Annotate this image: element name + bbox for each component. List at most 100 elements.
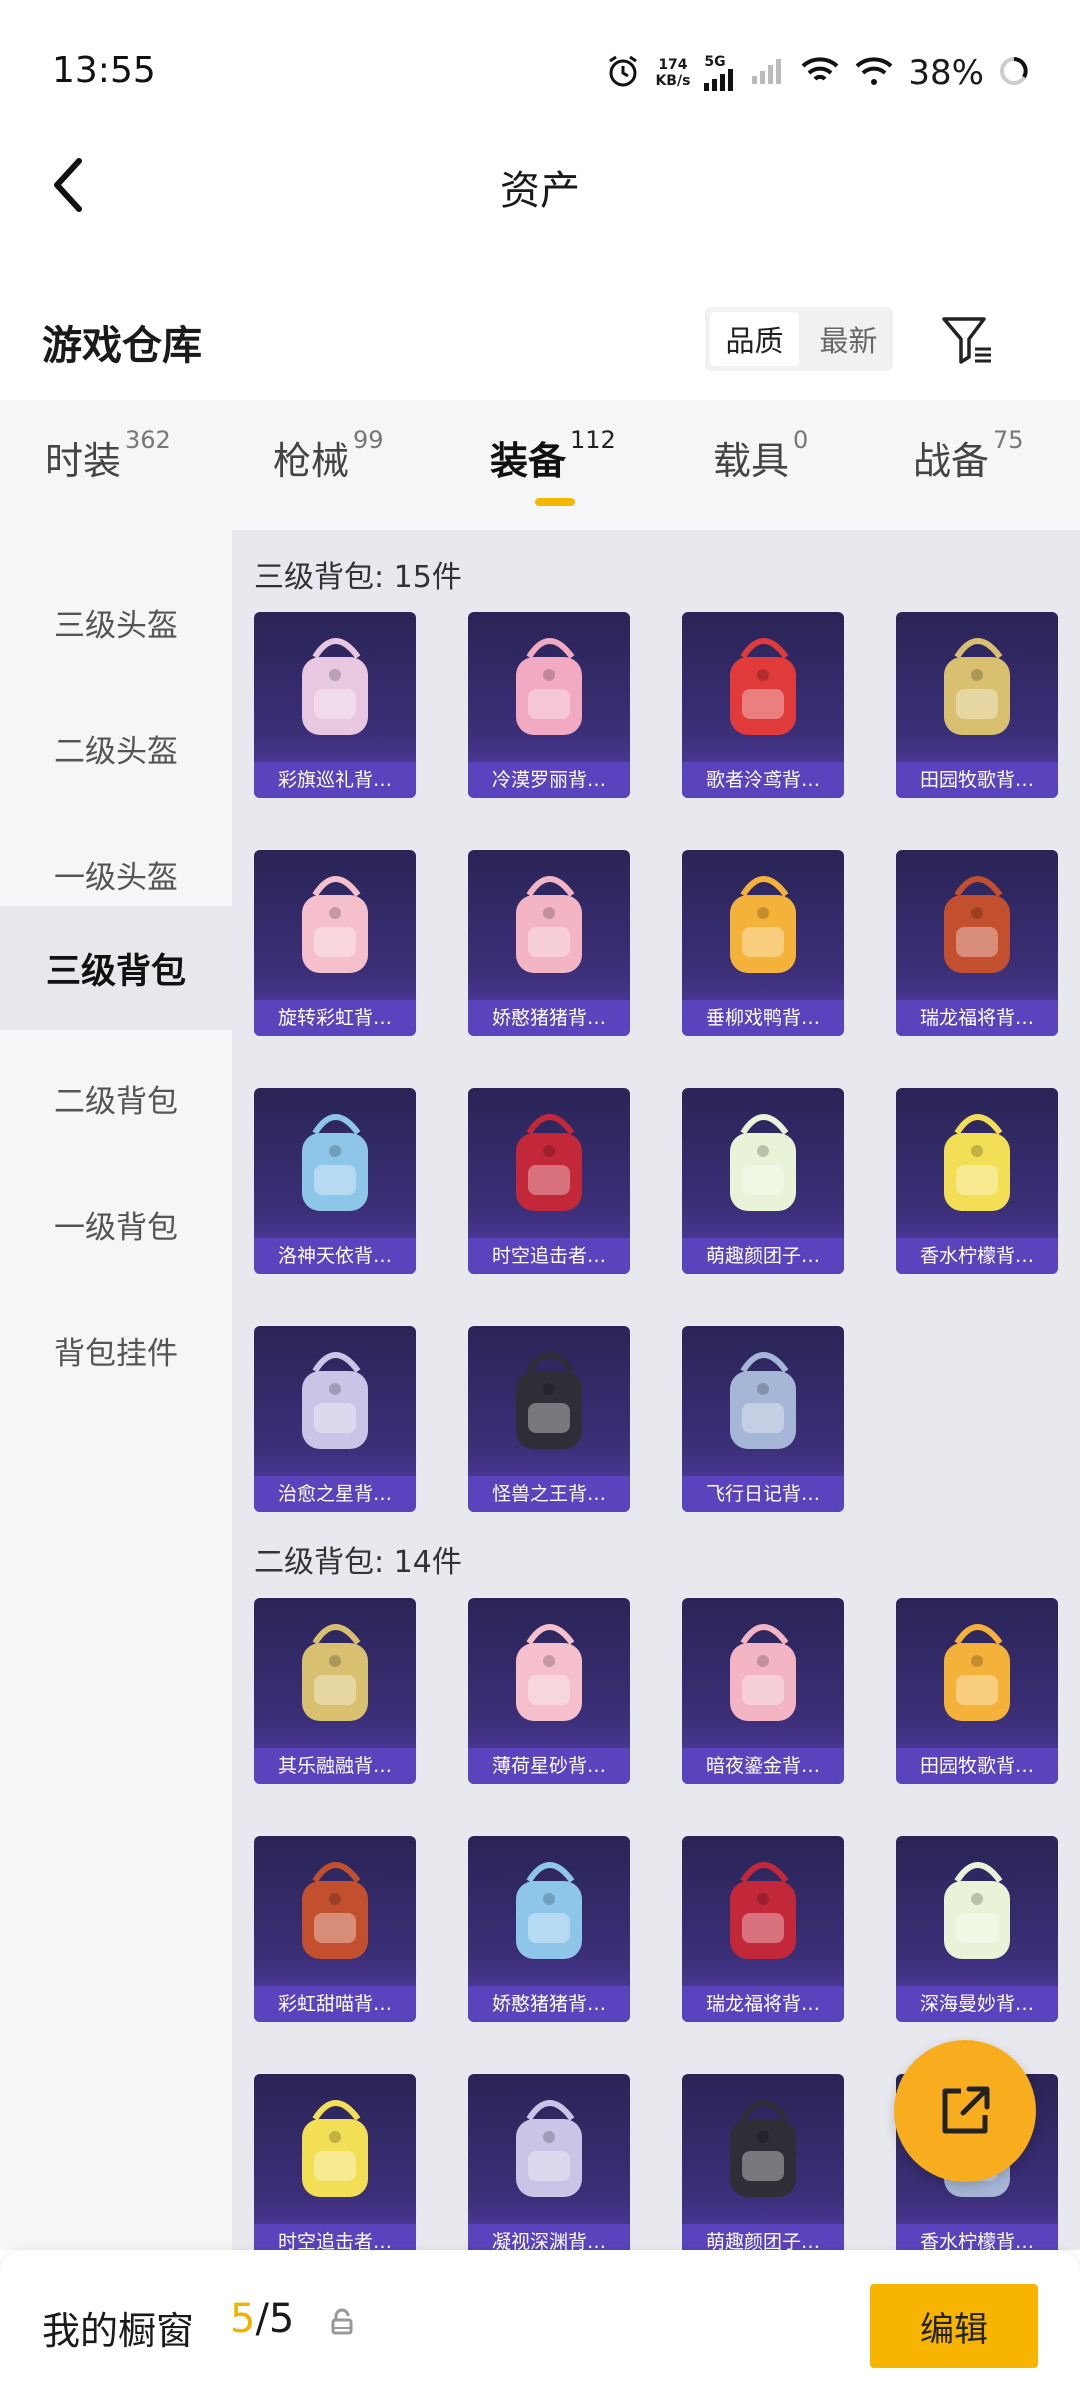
backpack-item-card[interactable]: 冷漠罗丽背… [468,612,630,798]
backpack-item-card[interactable]: 时空追击者… [254,2074,416,2250]
tab-fashion[interactable]: 时装 362 [45,426,171,485]
item-label: 歌者泠鸢背… [682,762,844,798]
sidebar-item-level3-backpack[interactable]: 三级背包 [0,906,232,1030]
item-label: 萌趣颜团子… [682,2224,844,2250]
tab-vehicles[interactable]: 载具 0 [713,426,808,485]
backpack-icon [468,1088,630,1238]
tab-count: 0 [793,426,809,454]
item-label: 香水柠檬背… [896,2224,1058,2250]
tab-count: 99 [353,426,384,454]
backpack-icon [896,1836,1058,1986]
backpack-item-card[interactable]: 田园牧歌背… [896,612,1058,798]
showcase-count-current: 5 [230,2296,256,2342]
status-icons: 174 KB/s 5G 38% [605,48,1030,98]
backpack-icon [468,850,630,1000]
item-label: 时空追击者… [468,1238,630,1274]
wifi-icon-secondary [854,56,894,90]
backpack-item-card[interactable]: 瑞龙福将背… [682,1836,844,2022]
item-label: 深海曼妙背… [896,1986,1058,2022]
backpack-item-card[interactable]: 歌者泠鸢背… [682,612,844,798]
item-label: 萌趣颜团子… [682,1238,844,1274]
item-label: 其乐融融背… [254,1748,416,1784]
backpack-icon [682,1326,844,1476]
tab-label: 载具 [713,439,790,483]
backpack-item-card[interactable]: 萌趣颜团子… [682,1088,844,1274]
speed-value: 174 [658,57,688,73]
sidebar-item-level2-helmet[interactable]: 二级头盔 [0,686,232,810]
backpack-icon [896,850,1058,1000]
backpack-icon [682,1598,844,1748]
backpack-icon [468,1836,630,1986]
backpack-item-card[interactable]: 怪兽之王背… [468,1326,630,1512]
backpack-item-card[interactable]: 瑞龙福将背… [896,850,1058,1036]
speed-unit: KB/s [655,73,691,89]
edit-button[interactable]: 编辑 [870,2284,1038,2368]
item-label: 瑞龙福将背… [896,1000,1058,1036]
tab-equipment[interactable]: 装备 112 [490,426,616,485]
tab-label: 时装 [45,439,122,483]
sidebar-item-level3-helmet[interactable]: 三级头盔 [0,560,232,684]
backpack-item-card[interactable]: 飞行日记背… [682,1326,844,1512]
item-label: 垂柳戏鸭背… [682,1000,844,1036]
backpack-item-card[interactable]: 垂柳戏鸭背… [682,850,844,1036]
backpack-icon [682,850,844,1000]
sort-quality-button[interactable]: 品质 [710,312,799,366]
sort-newest-button[interactable]: 最新 [804,307,893,371]
item-label: 时空追击者… [254,2224,416,2250]
signal-5g-icon: 5G [704,55,738,91]
backpack-item-card[interactable]: 凝视深渊背… [468,2074,630,2250]
share-fab-button[interactable] [894,2040,1036,2182]
category-tabs: 时装 362 枪械 99 装备 112 载具 0 战备 75 [0,400,1080,530]
tab-label: 枪械 [273,439,350,483]
backpack-item-card[interactable]: 时空追击者… [468,1088,630,1274]
backpack-item-card[interactable]: 萌趣颜团子… [682,2074,844,2250]
backpack-item-card[interactable]: 娇憨猪猪背… [468,850,630,1036]
backpack-icon [468,1598,630,1748]
backpack-icon [896,612,1058,762]
section-title-level2-backpack: 二级背包: 14件 [254,1545,462,1580]
backpack-item-card[interactable]: 彩虹甜喵背… [254,1836,416,2022]
backpack-item-card[interactable]: 娇憨猪猪背… [468,1836,630,2022]
external-link-icon [942,2086,990,2134]
backpack-icon [896,1598,1058,1748]
tab-gear[interactable]: 战备 75 [913,426,1024,485]
status-time: 13:55 [52,50,156,91]
item-label: 田园牧歌背… [896,1748,1058,1784]
section-title-level3-backpack: 三级背包: 15件 [254,560,462,595]
backpack-item-card[interactable]: 洛神天依背… [254,1088,416,1274]
backpack-item-card[interactable]: 暗夜鎏金背… [682,1598,844,1784]
section-header: 游戏仓库 品质 最新 [0,285,1080,395]
navigation-bar: 资产 [0,140,1080,230]
sidebar-item-level2-backpack[interactable]: 二级背包 [0,1036,232,1160]
network-type: 5G [704,54,726,70]
sidebar-item-level1-backpack[interactable]: 一级背包 [0,1162,232,1286]
tab-label: 战备 [913,439,990,483]
backpack-item-card[interactable]: 旋转彩虹背… [254,850,416,1036]
tab-count: 362 [125,426,171,454]
signal-bars-icon [752,58,786,88]
backpack-item-card[interactable]: 香水柠檬背… [896,1088,1058,1274]
backpack-item-card[interactable]: 其乐融融背… [254,1598,416,1784]
backpack-icon [682,612,844,762]
filter-button[interactable] [935,307,1001,373]
item-label: 香水柠檬背… [896,1238,1058,1274]
backpack-icon [254,1598,416,1748]
item-label: 怪兽之王背… [468,1476,630,1512]
backpack-item-card[interactable]: 深海曼妙背… [896,1836,1058,2022]
item-label: 治愈之星背… [254,1476,416,1512]
backpack-item-card[interactable]: 彩旗巡礼背… [254,612,416,798]
backpack-icon [896,1088,1058,1238]
sort-toggle: 品质 最新 [705,307,893,371]
backpack-item-card[interactable]: 薄荷星砂背… [468,1598,630,1784]
backpack-item-card[interactable]: 治愈之星背… [254,1326,416,1512]
bottom-bar: 我的橱窗 5/5 编辑 [0,2250,1080,2400]
battery-level: 38% [908,53,984,93]
backpack-icon [254,612,416,762]
showcase-count: 5/5 [230,2296,294,2342]
sidebar-item-backpack-charm[interactable]: 背包挂件 [0,1288,232,1412]
active-tab-indicator [535,498,575,506]
item-label: 暗夜鎏金背… [682,1748,844,1784]
tab-firearms[interactable]: 枪械 99 [273,426,384,485]
backpack-item-card[interactable]: 田园牧歌背… [896,1598,1058,1784]
item-grid: 三级背包: 15件 彩旗巡礼背… 冷漠罗丽背… 歌者泠鸢背… 田园牧歌背… 旋转彩虹背…… [232,530,1080,2250]
